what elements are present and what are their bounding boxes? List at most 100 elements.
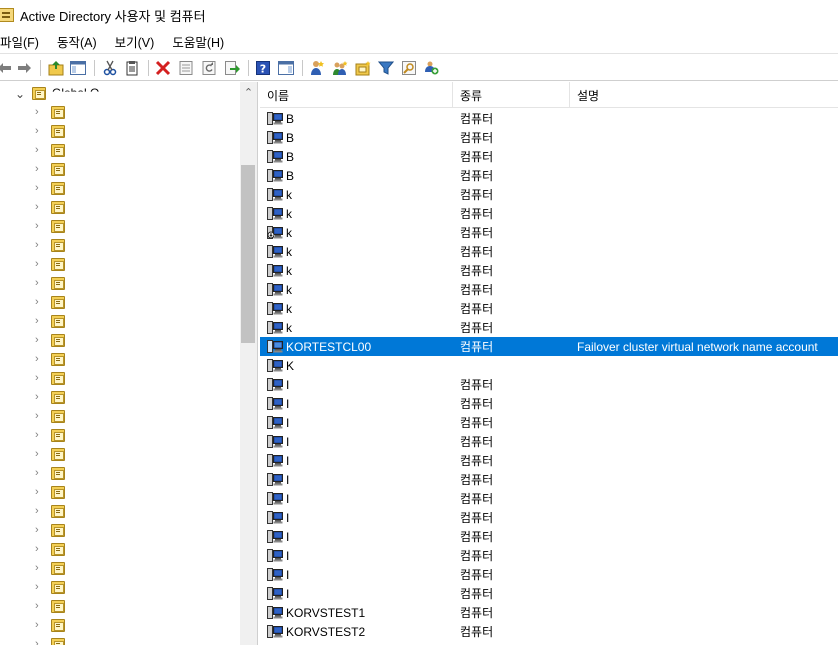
table-row[interactable]: k 컴퓨터 xyxy=(260,318,838,337)
tree-item[interactable]: › xyxy=(0,616,240,635)
tree-item[interactable]: › xyxy=(0,350,240,369)
table-row[interactable]: B 컴퓨터 xyxy=(260,109,838,128)
tree-item[interactable]: › xyxy=(0,483,240,502)
table-row[interactable]: I 컴퓨터 xyxy=(260,584,838,603)
table-row[interactable]: I 컴퓨터 xyxy=(260,565,838,584)
find-icon[interactable] xyxy=(400,59,418,77)
column-header-type[interactable]: 종류 xyxy=(453,82,570,108)
tree-item[interactable]: › xyxy=(0,293,240,312)
table-row[interactable]: k 컴퓨터 xyxy=(260,185,838,204)
table-row[interactable]: I 컴퓨터 xyxy=(260,470,838,489)
chevron-right-icon[interactable]: › xyxy=(35,563,45,574)
chevron-right-icon[interactable]: › xyxy=(35,392,45,403)
column-header-name[interactable]: 이름 xyxy=(260,82,453,108)
tree-item[interactable]: › xyxy=(0,464,240,483)
table-row[interactable]: k 컴퓨터 xyxy=(260,280,838,299)
tree-scrollbar[interactable]: ⌃ xyxy=(240,82,257,645)
back-arrow-icon[interactable] xyxy=(0,59,14,77)
table-row[interactable]: I 컴퓨터 xyxy=(260,527,838,546)
tree-item[interactable]: › xyxy=(0,160,240,179)
show-tree-icon[interactable] xyxy=(69,59,87,77)
chevron-right-icon[interactable]: › xyxy=(35,544,45,555)
table-row[interactable]: I 컴퓨터 xyxy=(260,375,838,394)
table-row[interactable]: k 컴퓨터 xyxy=(260,299,838,318)
chevron-right-icon[interactable]: › xyxy=(35,411,45,422)
scrollbar-thumb[interactable] xyxy=(241,165,255,343)
table-row[interactable]: B 컴퓨터 xyxy=(260,166,838,185)
tree-item[interactable]: › xyxy=(0,635,240,645)
properties-icon[interactable] xyxy=(177,59,195,77)
chevron-right-icon[interactable]: › xyxy=(35,639,45,645)
tree-item[interactable]: › xyxy=(0,103,240,122)
tree-item[interactable]: › xyxy=(0,122,240,141)
table-row[interactable]: I 컴퓨터 xyxy=(260,394,838,413)
new-group-icon[interactable] xyxy=(331,59,349,77)
chevron-right-icon[interactable]: › xyxy=(35,221,45,232)
tree-item[interactable]: › xyxy=(0,198,240,217)
table-row[interactable]: I 컴퓨터 xyxy=(260,432,838,451)
tree-item[interactable]: › xyxy=(0,559,240,578)
chevron-right-icon[interactable]: › xyxy=(35,354,45,365)
tree-item[interactable]: › xyxy=(0,331,240,350)
copy-icon[interactable] xyxy=(123,59,141,77)
chevron-right-icon[interactable]: › xyxy=(35,316,45,327)
table-row[interactable]: I 컴퓨터 xyxy=(260,489,838,508)
table-row-selected[interactable]: KORTESTCL00 컴퓨터 Failover cluster virtual n… xyxy=(260,337,838,356)
tree-root-item[interactable]: ⌄ Global O xyxy=(0,84,240,103)
table-row[interactable]: k 컴퓨터 xyxy=(260,223,838,242)
export-icon[interactable] xyxy=(223,59,241,77)
tree-item[interactable]: › xyxy=(0,426,240,445)
tree-item[interactable]: › xyxy=(0,597,240,616)
tree-item[interactable]: › xyxy=(0,407,240,426)
menu-action[interactable]: 동작(A) xyxy=(57,32,105,51)
action-pane-icon[interactable] xyxy=(277,59,295,77)
table-row[interactable]: I 컴퓨터 xyxy=(260,546,838,565)
chevron-right-icon[interactable]: › xyxy=(35,107,45,118)
forward-arrow-icon[interactable] xyxy=(15,59,33,77)
tree-item[interactable]: › xyxy=(0,502,240,521)
filter-icon[interactable] xyxy=(377,59,395,77)
menu-view[interactable]: 보기(V) xyxy=(115,32,163,51)
tree-item[interactable]: › xyxy=(0,236,240,255)
tree-item[interactable]: › xyxy=(0,312,240,331)
chevron-right-icon[interactable]: › xyxy=(35,449,45,460)
tree-item[interactable]: › xyxy=(0,388,240,407)
cut-icon[interactable] xyxy=(101,59,119,77)
chevron-right-icon[interactable]: › xyxy=(35,335,45,346)
chevron-right-icon[interactable]: › xyxy=(35,126,45,137)
chevron-right-icon[interactable]: › xyxy=(35,582,45,593)
chevron-right-icon[interactable]: › xyxy=(35,373,45,384)
table-row[interactable]: B 컴퓨터 xyxy=(260,147,838,166)
chevron-right-icon[interactable]: › xyxy=(35,240,45,251)
table-row[interactable]: KORVSATT1 xyxy=(260,356,838,375)
tree-item[interactable]: › xyxy=(0,521,240,540)
tree-item[interactable]: › xyxy=(0,179,240,198)
help-icon[interactable]: ? xyxy=(254,59,272,77)
refresh-icon[interactable] xyxy=(200,59,218,77)
chevron-right-icon[interactable]: › xyxy=(35,506,45,517)
chevron-down-icon[interactable]: ⌄ xyxy=(15,88,25,100)
tree-item[interactable]: › xyxy=(0,369,240,388)
tree-item[interactable]: › xyxy=(0,255,240,274)
tree-item[interactable]: › xyxy=(0,274,240,293)
up-folder-icon[interactable] xyxy=(47,59,65,77)
table-row[interactable]: I 컴퓨터 xyxy=(260,413,838,432)
chevron-right-icon[interactable]: › xyxy=(35,430,45,441)
delete-icon[interactable] xyxy=(154,59,172,77)
chevron-right-icon[interactable]: › xyxy=(35,164,45,175)
menu-help[interactable]: 도움말(H) xyxy=(172,32,232,51)
chevron-right-icon[interactable]: › xyxy=(35,145,45,156)
chevron-right-icon[interactable]: › xyxy=(35,259,45,270)
chevron-right-icon[interactable]: › xyxy=(35,601,45,612)
table-row[interactable]: k 컴퓨터 xyxy=(260,261,838,280)
chevron-right-icon[interactable]: › xyxy=(35,183,45,194)
chevron-right-icon[interactable]: › xyxy=(35,620,45,631)
tree-item[interactable]: › xyxy=(0,578,240,597)
chevron-right-icon[interactable]: › xyxy=(35,297,45,308)
tree-item[interactable]: › xyxy=(0,141,240,160)
tree-item[interactable]: › xyxy=(0,217,240,236)
tree-item[interactable]: › xyxy=(0,445,240,464)
chevron-right-icon[interactable]: › xyxy=(35,278,45,289)
new-ou-icon[interactable] xyxy=(354,59,372,77)
tree-item[interactable]: › xyxy=(0,540,240,559)
